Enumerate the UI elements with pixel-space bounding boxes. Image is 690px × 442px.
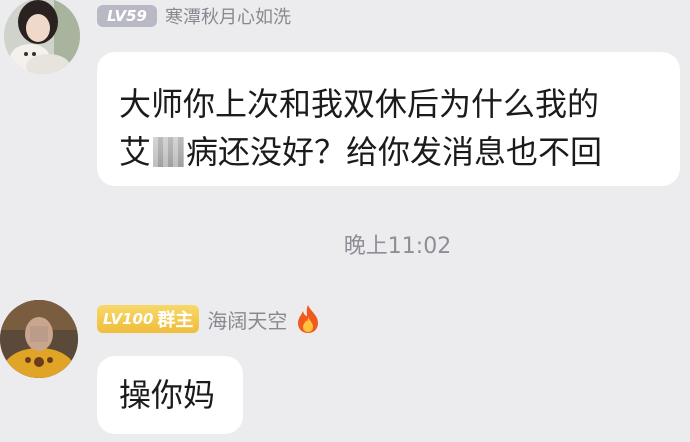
sender-header: LV59 寒潭秋月心如洗 — [97, 3, 291, 29]
level-badge: LV100 群主 — [97, 305, 200, 333]
avatar-image — [0, 300, 78, 378]
sender-header: LV100 群主 海阔天空 — [97, 303, 321, 335]
owner-badge: 群主 — [157, 310, 194, 331]
message-bubble[interactable]: 操你妈 — [97, 356, 243, 434]
message-text-line-1: 大师你上次和我双休后为什么我的 — [119, 85, 600, 123]
message-text: 操你妈 — [119, 376, 216, 414]
avatar-image — [4, 0, 80, 74]
sender-avatar[interactable] — [0, 300, 78, 378]
sender-nickname[interactable]: 海阔天空 — [207, 305, 287, 334]
message-text-suffix: 病还没好？给你发消息也不回 — [186, 133, 603, 171]
message-text-prefix: 艾 — [119, 133, 152, 171]
level-badge: LV59 — [97, 5, 157, 27]
message-text-line-2: 艾病还没好？给你发消息也不回 — [119, 128, 662, 176]
level-label: LV100 — [103, 310, 154, 328]
message-bubble[interactable]: 大师你上次和我双休后为什么我的 艾病还没好？给你发消息也不回 — [97, 52, 680, 186]
sender-avatar[interactable] — [4, 0, 80, 74]
censor-block — [153, 137, 185, 167]
fire-icon — [298, 305, 319, 333]
sender-nickname[interactable]: 寒潭秋月心如洗 — [165, 3, 291, 29]
message-timestamp: 晚上11:02 — [343, 234, 452, 259]
